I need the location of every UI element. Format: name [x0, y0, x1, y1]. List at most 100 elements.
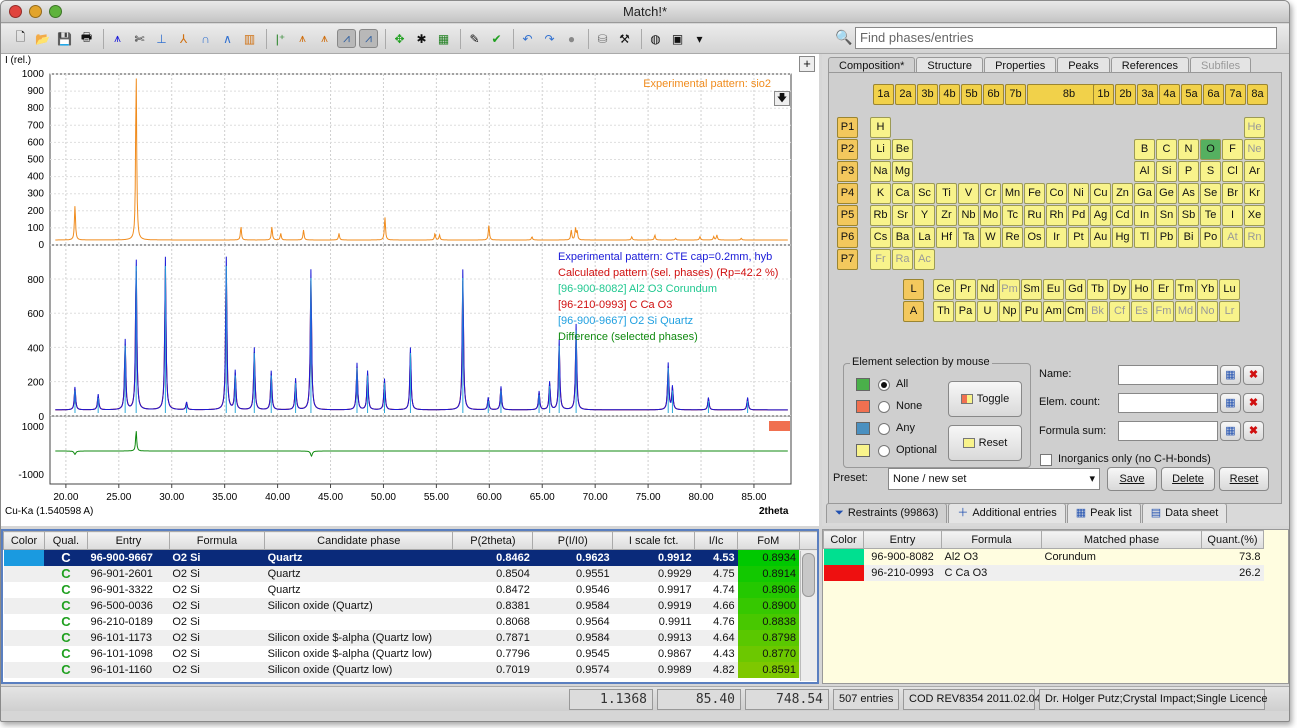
element-Zn[interactable]: Zn — [1112, 183, 1133, 204]
wrench-icon[interactable]: ⚒ — [615, 29, 634, 48]
series-L[interactable]: L — [903, 279, 924, 300]
image-export-icon[interactable]: ▣ — [668, 29, 687, 48]
element-S[interactable]: S — [1200, 161, 1221, 182]
table-row[interactable]: C 96-901-2601 O2 Si Quartz 0.8504 0.9551 0.992… — [3, 565, 817, 582]
scroll-thumb[interactable] — [802, 553, 815, 597]
match-header-color[interactable]: Color — [823, 530, 864, 549]
element-P[interactable]: P — [1178, 161, 1199, 182]
sum-table-icon[interactable]: ▦ — [1220, 421, 1241, 441]
profile-icon[interactable]: ∧ — [218, 29, 237, 48]
element-He[interactable]: He — [1244, 117, 1265, 138]
background-icon[interactable]: ⅄ — [174, 29, 193, 48]
element-Hf[interactable]: Hf — [936, 227, 957, 248]
chevron-down-icon[interactable]: ▾ — [690, 29, 709, 48]
smooth-icon[interactable]: ∩ — [196, 29, 215, 48]
element-Hg[interactable]: Hg — [1112, 227, 1133, 248]
element-Np[interactable]: Np — [999, 301, 1020, 322]
minimize-icon[interactable] — [29, 5, 42, 18]
database-icon[interactable]: ⛁ — [593, 29, 612, 48]
element-Er[interactable]: Er — [1153, 279, 1174, 300]
element-Br[interactable]: Br — [1222, 183, 1243, 204]
element-Au[interactable]: Au — [1090, 227, 1111, 248]
element-Ge[interactable]: Ge — [1156, 183, 1177, 204]
element-Sb[interactable]: Sb — [1178, 205, 1199, 226]
group-4a[interactable]: 4a — [1159, 84, 1180, 105]
element-Nb[interactable]: Nb — [958, 205, 979, 226]
report-icon[interactable]: ✎ — [465, 29, 484, 48]
element-Bi[interactable]: Bi — [1178, 227, 1199, 248]
check-matrix-icon[interactable]: ▦ — [434, 29, 453, 48]
group-7b[interactable]: 7b — [1005, 84, 1026, 105]
element-La[interactable]: La — [914, 227, 935, 248]
element-Fm[interactable]: Fm — [1153, 301, 1174, 322]
new-file-icon[interactable]: 🗋 — [11, 29, 30, 48]
pattern-b-icon[interactable]: ⩚ — [315, 29, 334, 48]
sum-clear-icon[interactable]: ✖ — [1243, 421, 1264, 441]
element-Ra[interactable]: Ra — [892, 249, 913, 270]
table-row[interactable]: 96-210-0993 C Ca O3 26.2 — [823, 564, 1264, 581]
element-Pt[interactable]: Pt — [1068, 227, 1089, 248]
element-Lu[interactable]: Lu — [1219, 279, 1240, 300]
element-Kr[interactable]: Kr — [1244, 183, 1265, 204]
element-Ac[interactable]: Ac — [914, 249, 935, 270]
element-Cm[interactable]: Cm — [1065, 301, 1086, 322]
element-At[interactable]: At — [1222, 227, 1243, 248]
open-folder-icon[interactable]: 📂 — [33, 29, 52, 48]
toggle-button[interactable]: Toggle — [948, 381, 1022, 417]
element-Gd[interactable]: Gd — [1065, 279, 1086, 300]
peak-search-icon[interactable]: ⊥ — [152, 29, 171, 48]
print-icon[interactable]: 🖶 — [77, 29, 96, 48]
table-row[interactable]: C 96-101-1098 O2 Si Silicon oxide $-alpha (… — [4, 645, 817, 662]
element-Se[interactable]: Se — [1200, 183, 1221, 204]
element-Sn[interactable]: Sn — [1156, 205, 1177, 226]
pattern-c-icon[interactable]: ⩘ — [337, 29, 356, 48]
formula-sum-input[interactable] — [1118, 421, 1218, 441]
element-Be[interactable]: Be — [892, 139, 913, 160]
element-Ir[interactable]: Ir — [1046, 227, 1067, 248]
element-Si[interactable]: Si — [1156, 161, 1177, 182]
save-icon[interactable]: 💾 — [55, 29, 74, 48]
raw-data-icon[interactable]: ⩚ — [108, 29, 127, 48]
element-Th[interactable]: Th — [933, 301, 954, 322]
period-p2[interactable]: P2 — [837, 139, 858, 160]
element-Pu[interactable]: Pu — [1021, 301, 1042, 322]
element-In[interactable]: In — [1134, 205, 1155, 226]
element-Pr[interactable]: Pr — [955, 279, 976, 300]
element-Li[interactable]: Li — [870, 139, 891, 160]
plot-canvas[interactable]: 20.00 25.00 30.00 35.00 40.00 45.00 50.00 55.00… — [1, 54, 819, 526]
radio-none[interactable] — [878, 401, 890, 413]
element-Ag[interactable]: Ag — [1090, 205, 1111, 226]
element-Rb[interactable]: Rb — [870, 205, 891, 226]
table-row[interactable]: C 96-500-0036 O2 Si Silicon oxide (Quartz) 0… — [3, 597, 817, 614]
element-Po[interactable]: Po — [1200, 227, 1221, 248]
element-Pa[interactable]: Pa — [955, 301, 976, 322]
element-Tm[interactable]: Tm — [1175, 279, 1196, 300]
match-header-formula[interactable]: Formula — [941, 530, 1042, 549]
element-F[interactable]: F — [1222, 139, 1243, 160]
element-Cf[interactable]: Cf — [1109, 301, 1130, 322]
period-p5[interactable]: P5 — [837, 205, 858, 226]
element-Ba[interactable]: Ba — [892, 227, 913, 248]
tab-peak[interactable]: ▦ Peak list — [1066, 503, 1141, 523]
element-Re[interactable]: Re — [1002, 227, 1023, 248]
group-6a[interactable]: 6a — [1203, 84, 1224, 105]
element-Ta[interactable]: Ta — [958, 227, 979, 248]
element-Ce[interactable]: Ce — [933, 279, 954, 300]
reset-preset-button[interactable]: Reset — [1219, 467, 1269, 491]
match-header-quant-[interactable]: Quant.(%) — [1201, 530, 1264, 549]
element-Dy[interactable]: Dy — [1109, 279, 1130, 300]
element-Cu[interactable]: Cu — [1090, 183, 1111, 204]
period-p7[interactable]: P7 — [837, 249, 858, 270]
element-O[interactable]: O — [1200, 139, 1221, 160]
column-header-i-scale-fct-[interactable]: I scale fct. — [612, 531, 696, 550]
element-Os[interactable]: Os — [1024, 227, 1045, 248]
column-header-p-2theta-[interactable]: P(2theta) — [452, 531, 534, 550]
element-Mo[interactable]: Mo — [980, 205, 1001, 226]
pattern-d-icon[interactable]: ⩘ — [359, 29, 378, 48]
move-icon[interactable]: ✥ — [390, 29, 409, 48]
element-Eu[interactable]: Eu — [1043, 279, 1064, 300]
tab-restraints[interactable]: ⏷ Restraints (99863) — [826, 503, 948, 523]
element-Co[interactable]: Co — [1046, 183, 1067, 204]
column-header-formula[interactable]: Formula — [168, 531, 266, 550]
group-1b[interactable]: 1b — [1093, 84, 1114, 105]
